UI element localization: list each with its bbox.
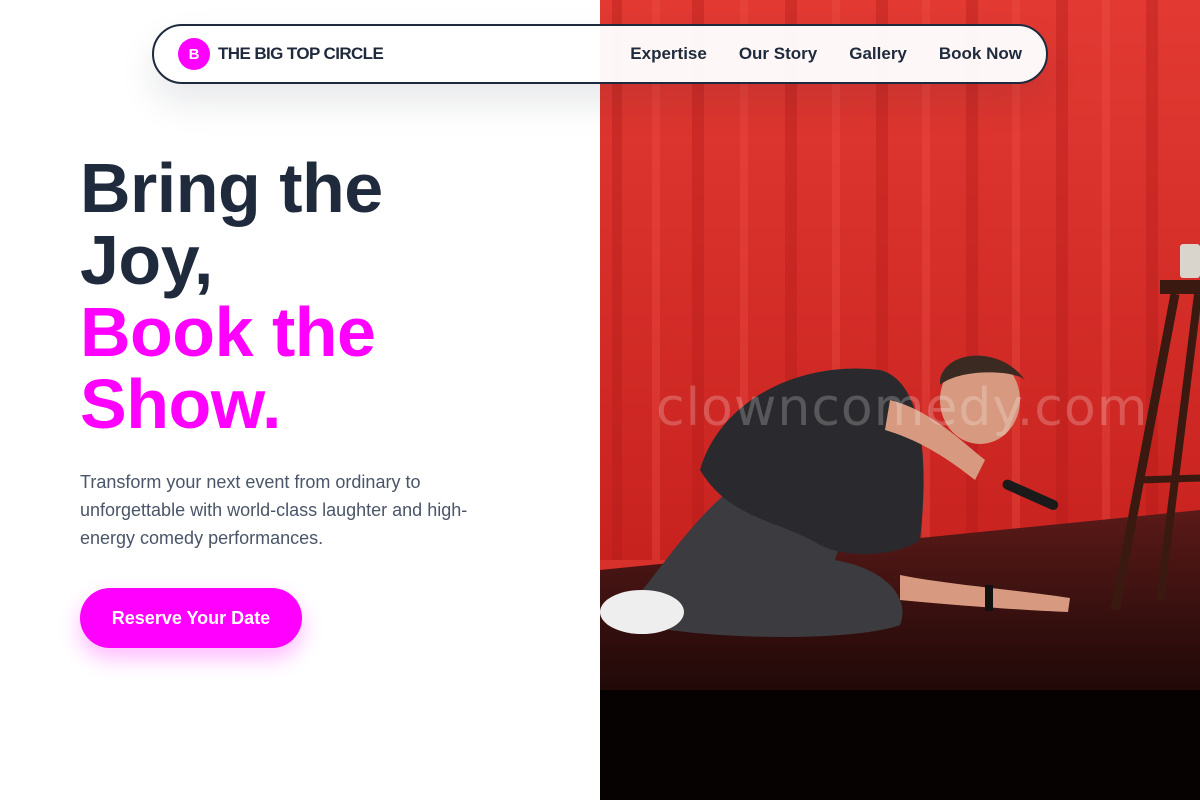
hero-photo: clowncomedy.com: [600, 0, 1200, 800]
nav-links: Expertise Our Story Gallery Book Now: [630, 44, 1022, 64]
headline-line-3: Book the: [80, 293, 376, 371]
brand-name: THE BIG TOP CIRCLE: [218, 44, 384, 63]
brand[interactable]: B THE BIG TOP CIRCLE: [178, 38, 384, 70]
headline-line-4: Show.: [80, 365, 282, 443]
headline-line-2: Joy,: [80, 221, 213, 299]
reserve-date-button[interactable]: Reserve Your Date: [80, 588, 302, 648]
hero-headline: Bring the Joy, Book the Show.: [80, 152, 560, 440]
hero-subtitle: Transform your next event from ordinary …: [80, 472, 468, 548]
watermark-text: clowncomedy.com: [656, 378, 1149, 438]
top-navbar: B THE BIG TOP CIRCLE Expertise Our Story…: [152, 24, 1048, 84]
brand-logo-icon: B: [178, 38, 210, 70]
nav-link-our-story[interactable]: Our Story: [739, 44, 817, 64]
nav-link-gallery[interactable]: Gallery: [849, 44, 907, 64]
nav-link-book-now[interactable]: Book Now: [939, 44, 1022, 64]
hero-section: Bring the Joy, Book the Show. Transform …: [80, 152, 560, 552]
nav-link-expertise[interactable]: Expertise: [630, 44, 707, 64]
headline-line-1: Bring the: [80, 149, 383, 227]
